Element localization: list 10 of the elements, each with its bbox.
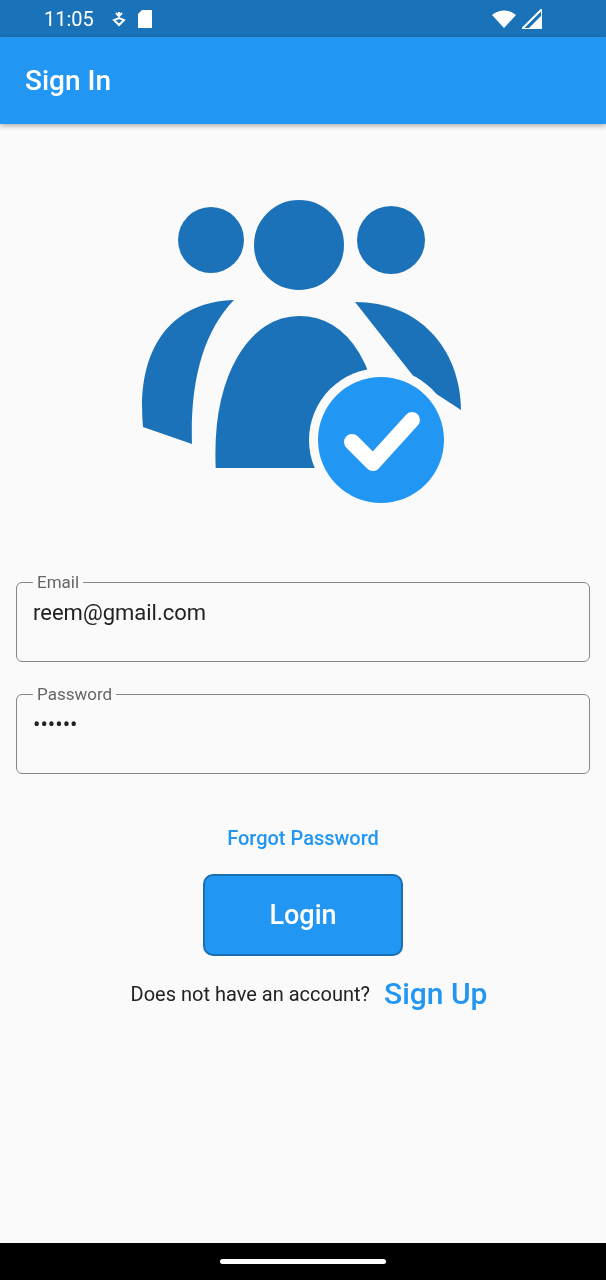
forgot-password-link[interactable]: Forgot Password bbox=[227, 826, 379, 850]
home-handle[interactable] bbox=[220, 1259, 386, 1264]
wifi-icon bbox=[492, 9, 516, 28]
app-bar-title: Sign In bbox=[25, 64, 112, 97]
sign-up-link[interactable]: Sign Up bbox=[384, 976, 488, 1011]
signup-prompt: Does not have an account? bbox=[130, 981, 370, 1006]
login-button[interactable]: Login bbox=[203, 874, 403, 956]
clock: 11:05 bbox=[44, 6, 94, 31]
sd-card-icon bbox=[137, 9, 152, 28]
signal-icon bbox=[522, 8, 542, 29]
